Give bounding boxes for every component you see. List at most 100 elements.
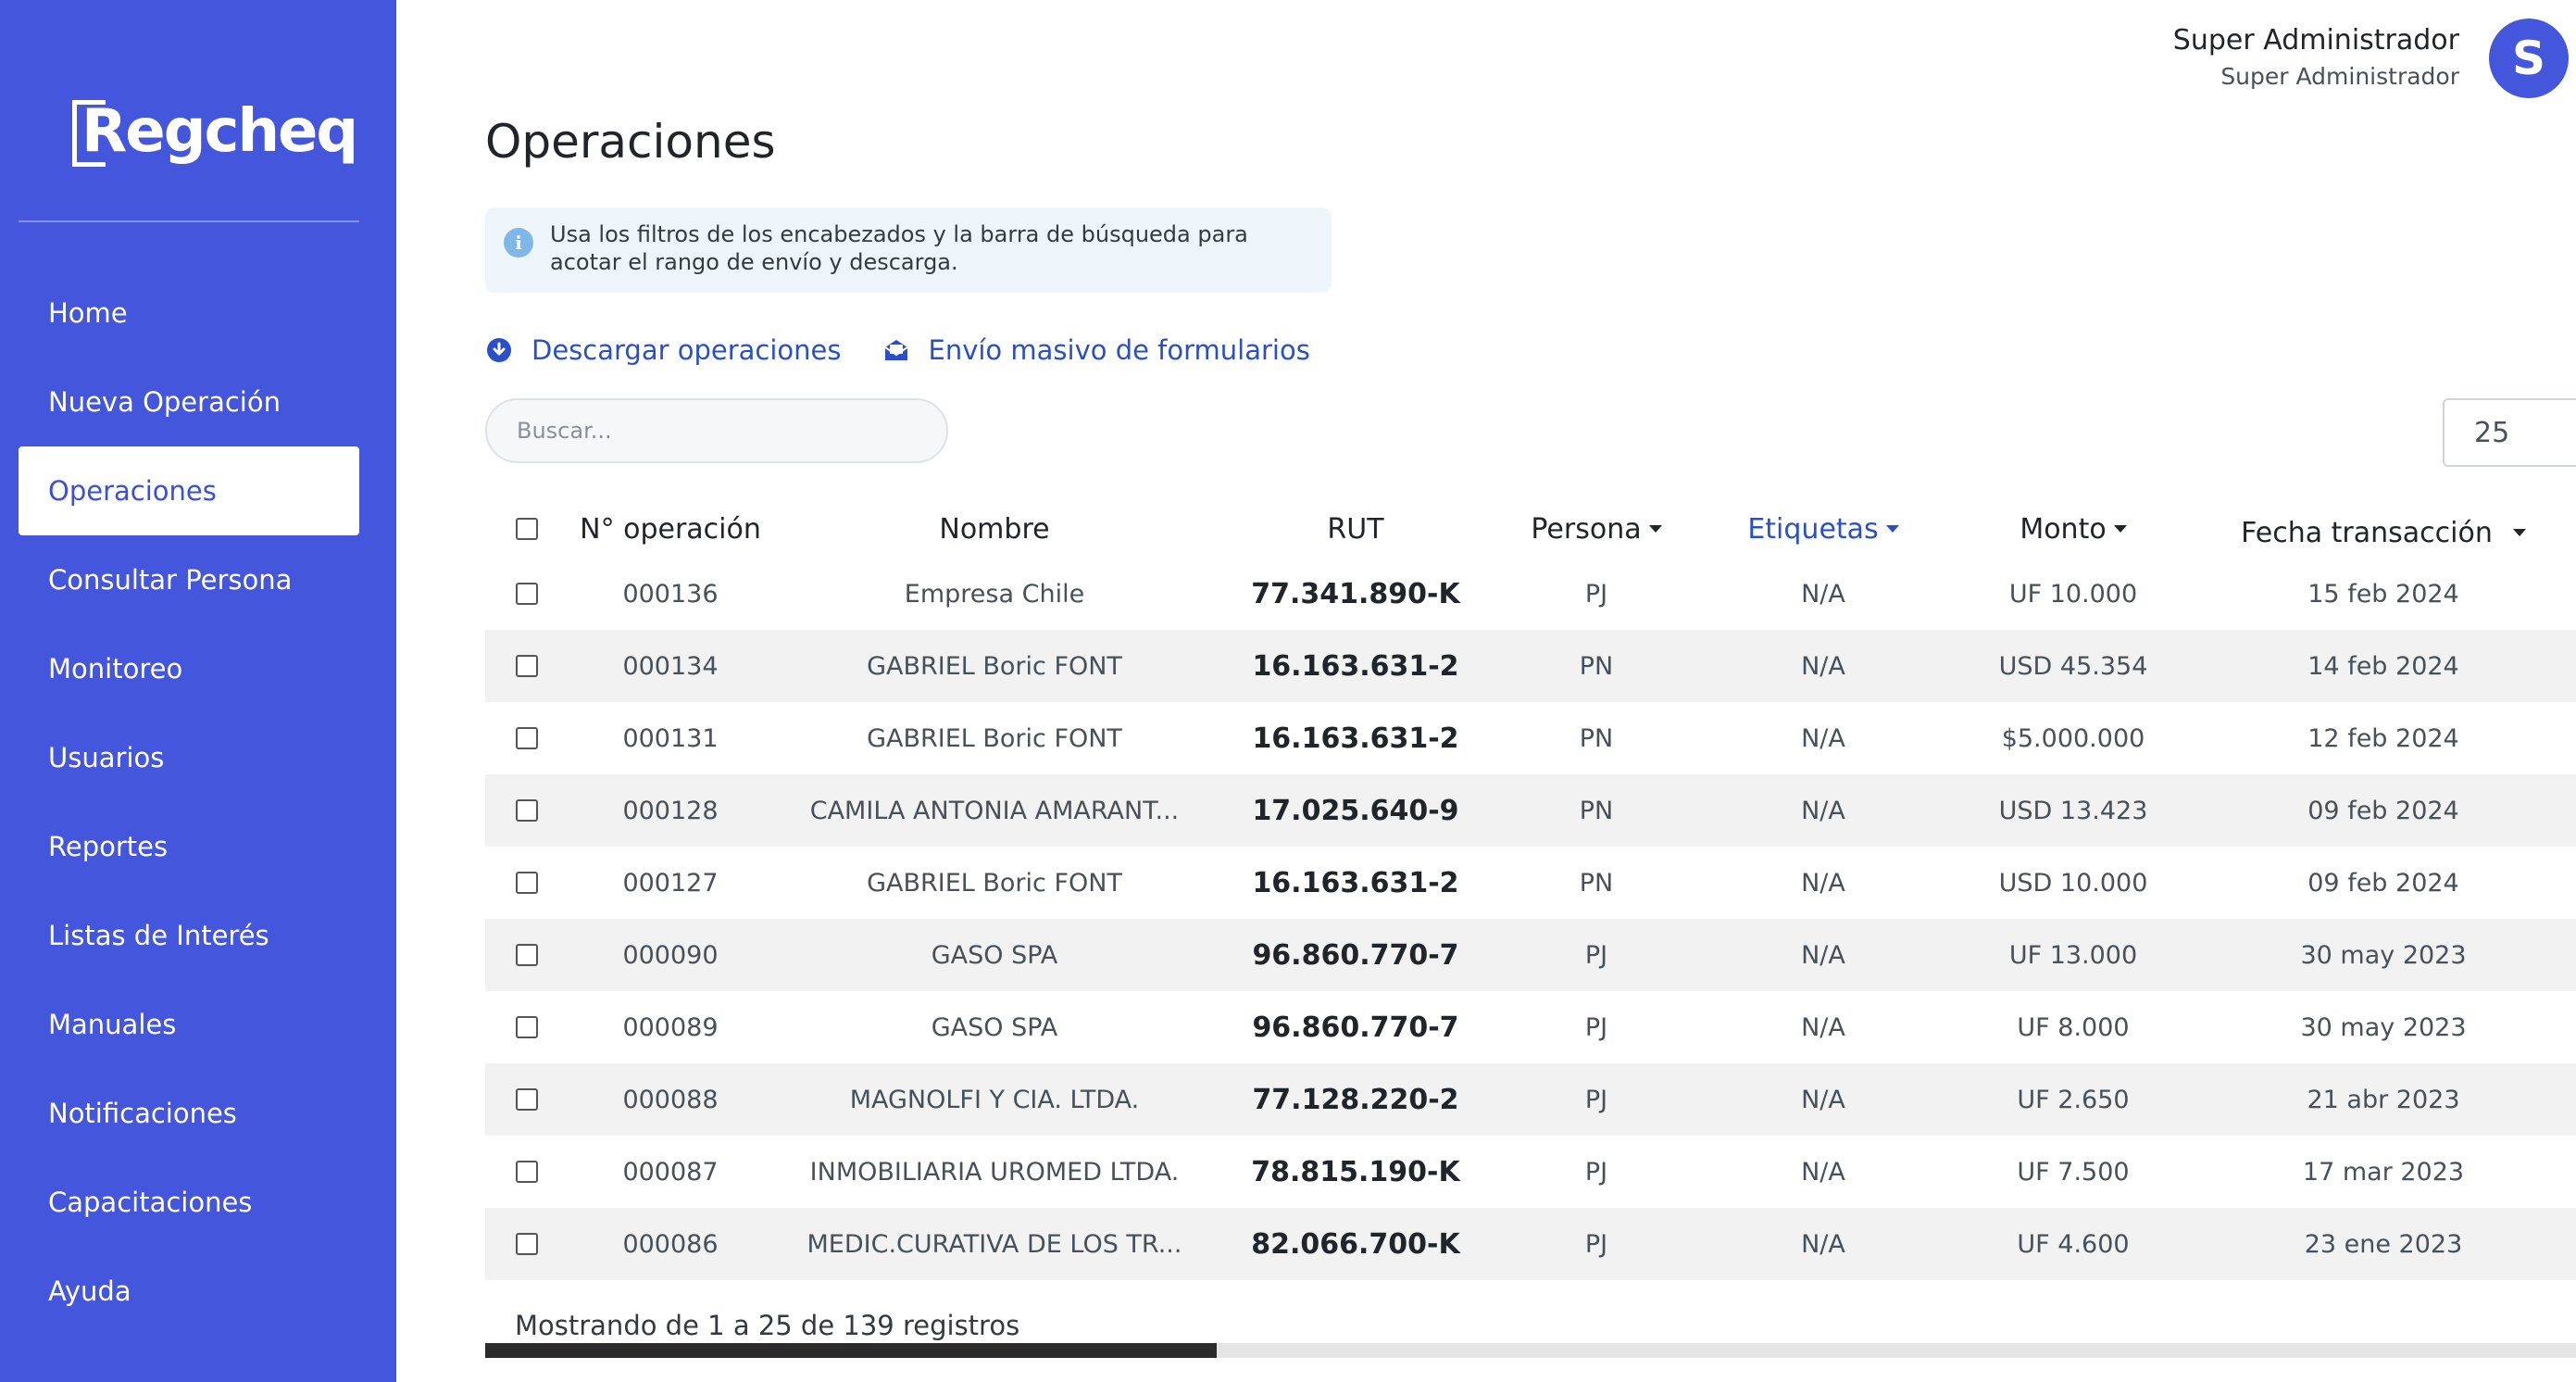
cell-persona-type: PJ xyxy=(1584,1012,1608,1042)
user-name: Super Administrador xyxy=(2172,24,2459,57)
info-alert: i Usa los filtros de los encabezados y l… xyxy=(485,207,1332,293)
row-checkbox[interactable] xyxy=(516,583,538,605)
caret-down-icon xyxy=(2512,529,2526,536)
sidebar-item-notificaciones[interactable]: Notificaciones xyxy=(19,1069,359,1158)
header-etiquetas-label: Etiquetas xyxy=(1747,512,1879,546)
row-select-cell xyxy=(485,991,569,1063)
table-row[interactable]: 000089 GASO SPA 96.860.770-7 PJ N/A UF 8.000 3… xyxy=(485,991,2576,1063)
cell-tags: N/A xyxy=(1801,796,1845,825)
cell-persona-type: PJ xyxy=(1584,1157,1608,1187)
info-text: Usa los filtros de los encabezados y la … xyxy=(550,221,1248,275)
header-operacion[interactable]: N° operación xyxy=(569,500,772,558)
cell-name: Empresa Chile xyxy=(904,579,1085,609)
sidebar-item-nueva-operacion[interactable]: Nueva Operación xyxy=(19,358,359,446)
row-checkbox[interactable] xyxy=(516,1161,538,1183)
row-select-cell xyxy=(485,1136,569,1208)
cell-persona-type: PJ xyxy=(1584,940,1608,970)
search-input[interactable] xyxy=(485,398,948,463)
cell-transaction-date: 30 may 2023 xyxy=(2300,940,2467,970)
caret-down-icon xyxy=(1648,525,1662,533)
cell-name: GABRIEL Boric FONT xyxy=(867,651,1122,681)
row-checkbox[interactable] xyxy=(516,727,538,749)
header-monto-filter[interactable]: Monto xyxy=(1948,500,2198,558)
cell-name: GASO SPA xyxy=(931,940,1058,970)
table-row[interactable]: 000136 Empresa Chile 77.341.890-K PJ N/A UF 1… xyxy=(485,558,2576,630)
avatar[interactable]: S xyxy=(2489,19,2569,98)
header-etiquetas-filter[interactable]: Etiquetas xyxy=(1698,500,1948,558)
row-checkbox[interactable] xyxy=(516,1233,538,1255)
sidebar-divider xyxy=(19,220,359,222)
table-row[interactable]: 000131 GABRIEL Boric FONT 16.163.631-2 PN N/… xyxy=(485,702,2576,774)
sidebar-item-reportes[interactable]: Reportes xyxy=(19,802,359,891)
table-row[interactable]: 000090 GASO SPA 96.860.770-7 PJ N/A UF 13.000… xyxy=(485,919,2576,991)
sidebar-item-operaciones[interactable]: Operaciones xyxy=(19,446,359,535)
cell-amount: UF 7.500 xyxy=(2017,1157,2130,1187)
row-select-cell xyxy=(485,630,569,702)
cell-tags: N/A xyxy=(1801,1157,1845,1187)
table-row[interactable]: 000128 CAMILA ANTONIA AMARANT... 17.025.64… xyxy=(485,774,2576,847)
download-operations-link[interactable]: Descargar operaciones xyxy=(485,334,842,366)
cell-rut: 77.128.220-2 xyxy=(1252,1083,1459,1116)
cell-tags: N/A xyxy=(1801,940,1845,970)
table-row[interactable]: 000127 GABRIEL Boric FONT 16.163.631-2 PN N/… xyxy=(485,847,2576,919)
cell-tags: N/A xyxy=(1801,579,1845,609)
row-checkbox[interactable] xyxy=(516,799,538,822)
user-role: Super Administrador xyxy=(2220,63,2459,90)
regcheq-logo[interactable]: Regcheq xyxy=(72,93,358,170)
scrollbar-thumb[interactable] xyxy=(485,1343,1217,1358)
actions-bar: Descargar operaciones Envío masivo de fo… xyxy=(485,330,1351,371)
cell-amount: USD 13.423 xyxy=(1998,796,2148,825)
cell-persona-type: PN xyxy=(1579,723,1614,753)
mail-open-icon xyxy=(882,336,910,364)
cell-transaction-date: 15 feb 2024 xyxy=(2307,579,2459,609)
sidebar-item-listas-de-interes[interactable]: Listas de Interés xyxy=(19,891,359,980)
table-body: 000136 Empresa Chile 77.341.890-K PJ N/A UF 1… xyxy=(485,558,2576,1280)
bulk-send-forms-link[interactable]: Envío masivo de formularios xyxy=(882,334,1310,366)
sidebar-nav: Home Nueva Operación Operaciones Consult… xyxy=(19,269,359,1336)
header-persona-filter[interactable]: Persona xyxy=(1494,500,1698,558)
row-checkbox[interactable] xyxy=(516,655,538,677)
header-persona-label: Persona xyxy=(1531,512,1642,546)
sidebar-item-manuales[interactable]: Manuales xyxy=(19,980,359,1069)
cell-rut: 17.025.640-9 xyxy=(1252,794,1459,827)
sidebar-item-ayuda[interactable]: Ayuda xyxy=(19,1247,359,1336)
cell-operation-number: 000089 xyxy=(622,1012,719,1042)
table-row[interactable]: 000087 INMOBILIARIA UROMED LTDA. 78.815.19… xyxy=(485,1136,2576,1208)
cell-name: MEDIC.CURATIVA DE LOS TR... xyxy=(807,1229,1182,1259)
table-row[interactable]: 000088 MAGNOLFI Y CIA. LTDA. 77.128.220-2 P… xyxy=(485,1063,2576,1136)
cell-amount: UF 10.000 xyxy=(2008,579,2138,609)
bulk-send-forms-label: Envío masivo de formularios xyxy=(928,334,1310,366)
cell-rut: 16.163.631-2 xyxy=(1252,866,1459,899)
cell-name: INMOBILIARIA UROMED LTDA. xyxy=(809,1157,1180,1187)
row-checkbox[interactable] xyxy=(516,872,538,894)
row-checkbox[interactable] xyxy=(516,944,538,966)
header-fecha-filter[interactable]: Fecha transacción xyxy=(2198,504,2569,561)
sidebar-item-capacitaciones[interactable]: Capacitaciones xyxy=(19,1158,359,1247)
select-all-checkbox[interactable] xyxy=(516,518,538,540)
cell-rut: 82.066.700-K xyxy=(1251,1227,1460,1261)
row-select-cell xyxy=(485,1063,569,1136)
cell-tags: N/A xyxy=(1801,868,1845,898)
sidebar-item-monitoreo[interactable]: Monitoreo xyxy=(19,624,359,713)
cell-operation-number: 000134 xyxy=(622,651,719,681)
header-monto-label: Monto xyxy=(2020,512,2107,546)
caret-down-icon xyxy=(2113,525,2127,533)
cell-rut: 96.860.770-7 xyxy=(1252,1011,1459,1044)
header-nombre[interactable]: Nombre xyxy=(772,500,1217,558)
cell-name: GABRIEL Boric FONT xyxy=(867,723,1122,753)
table-row[interactable]: 000134 GABRIEL Boric FONT 16.163.631-2 PN N/… xyxy=(485,630,2576,702)
cell-transaction-date: 30 may 2023 xyxy=(2300,1012,2467,1042)
page-size-select[interactable]: 25 xyxy=(2443,398,2576,467)
cell-transaction-date: 17 mar 2023 xyxy=(2302,1157,2465,1187)
table-row[interactable]: 000086 MEDIC.CURATIVA DE LOS TR... 82.066.… xyxy=(485,1208,2576,1280)
sidebar-item-usuarios[interactable]: Usuarios xyxy=(19,713,359,802)
sidebar-item-consultar-persona[interactable]: Consultar Persona xyxy=(19,535,359,624)
header-rut[interactable]: RUT xyxy=(1217,500,1494,558)
cell-transaction-date: 23 ene 2023 xyxy=(2304,1229,2463,1259)
logo-text: Regcheq xyxy=(81,97,358,166)
cell-rut: 16.163.631-2 xyxy=(1252,649,1459,683)
sidebar-item-home[interactable]: Home xyxy=(19,269,359,358)
cell-amount: UF 13.000 xyxy=(2008,940,2138,970)
row-checkbox[interactable] xyxy=(516,1088,538,1111)
row-checkbox[interactable] xyxy=(516,1016,538,1038)
